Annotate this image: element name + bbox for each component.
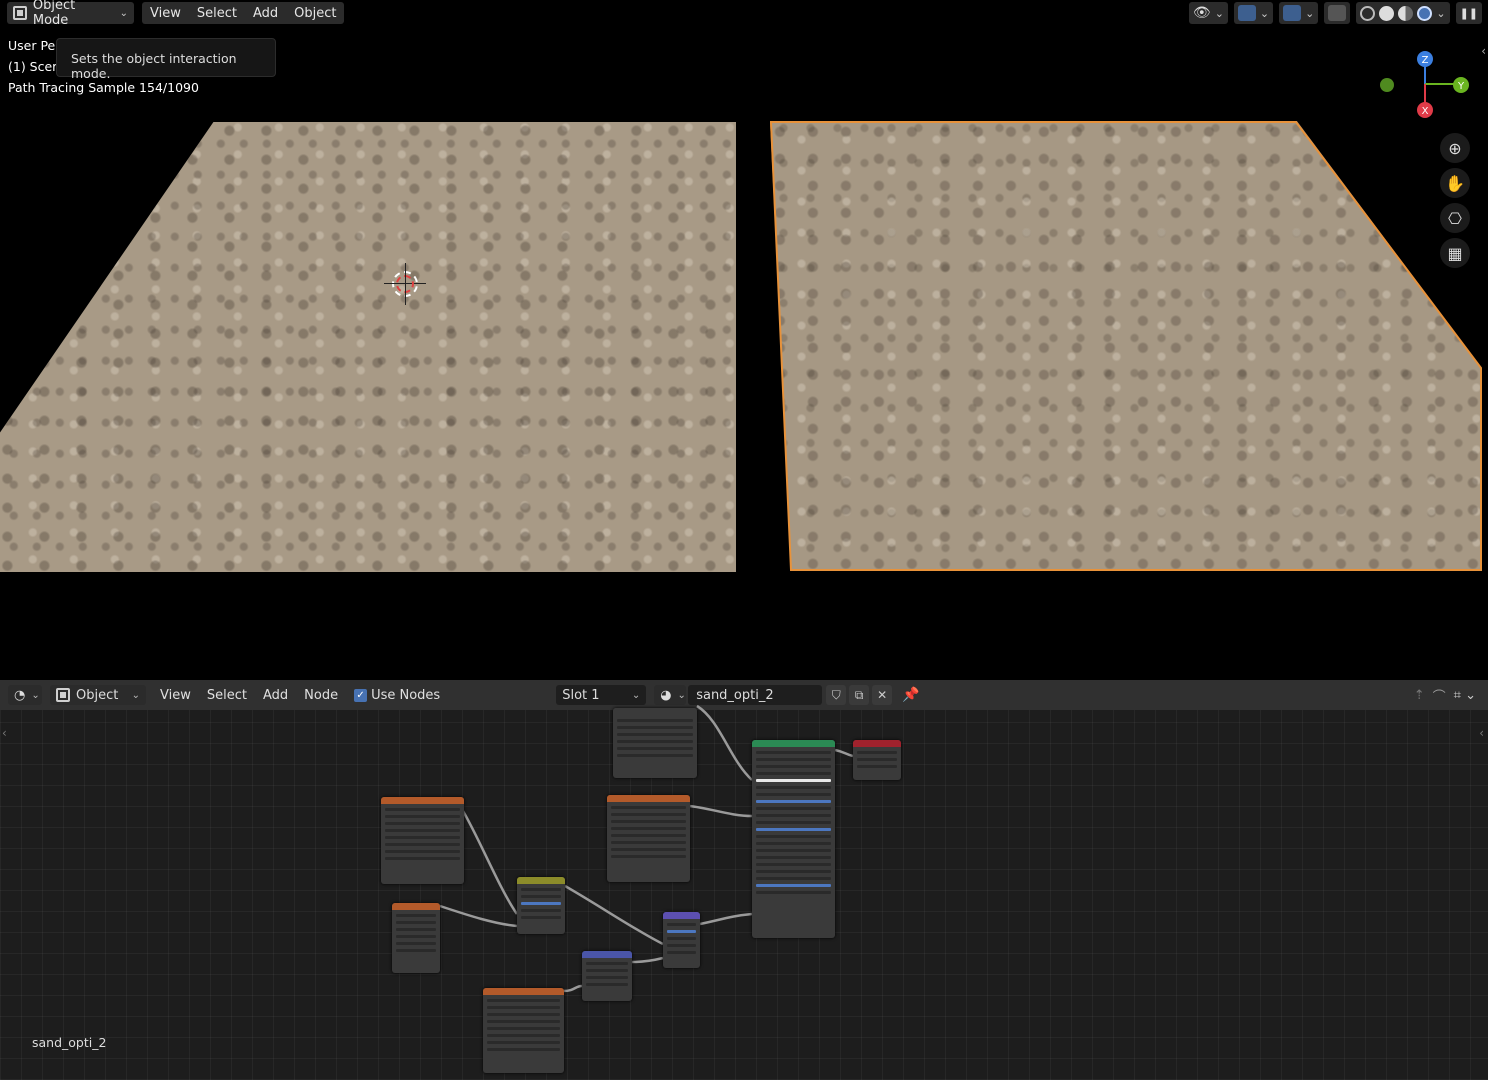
menu-object[interactable]: Object <box>286 2 344 24</box>
normal-map-node[interactable] <box>582 951 632 1001</box>
gizmo-icon <box>1237 5 1256 21</box>
object-mode-label: Object Mode <box>32 0 76 28</box>
chevron-down-icon: ⌄ <box>119 7 128 19</box>
material-name-label: sand_opti_2 <box>32 1035 107 1050</box>
material-preview-icon[interactable] <box>1398 5 1414 21</box>
pause-render-button[interactable]: ❚❚ <box>1455 2 1482 24</box>
chevron-down-icon[interactable]: ⌄ <box>1436 7 1445 20</box>
eye-icon: 👁 <box>1192 5 1211 21</box>
viewport-right-tools: 👁 ⌄ ⌄ ⌄ ⌄ ❚❚ <box>1188 2 1482 24</box>
image-texture-node-top[interactable] <box>613 708 697 778</box>
svg-text:Z: Z <box>1422 55 1429 66</box>
mix-node[interactable] <box>517 877 565 934</box>
overlay-toggle[interactable]: ⌄ <box>1279 2 1319 24</box>
xray-toggle[interactable] <box>1324 2 1351 24</box>
pause-icon: ❚❚ <box>1459 6 1478 20</box>
bump-node[interactable] <box>663 912 700 968</box>
image-texture-node-bottom[interactable] <box>483 988 564 1073</box>
path-tracing-sample-text: Path Tracing Sample 154/1090 <box>8 80 199 95</box>
gizmo-toggle[interactable]: ⌄ <box>1233 2 1274 24</box>
node-links <box>439 704 854 993</box>
navigation-gizmo[interactable]: Z Y X <box>1372 46 1482 126</box>
viewport-menu-bar: View Select Add Object <box>142 2 345 24</box>
mode-tooltip: Sets the object interaction mode. <box>56 38 276 81</box>
camera-view-icon[interactable]: ⎔ <box>1440 203 1470 233</box>
3d-viewport[interactable]: Object Mode ⌄ View Select Add Object 👁 ⌄… <box>0 0 1488 678</box>
3d-cursor-icon[interactable] <box>384 263 426 305</box>
shader-node-editor[interactable]: ◔ ⌄ Object ⌄ View Select Add Node ✓ Use … <box>0 680 1488 1080</box>
xray-icon <box>1328 5 1347 21</box>
shading-mode-group: ⌄ <box>1356 2 1450 24</box>
view-name-text: User Per <box>8 38 61 53</box>
wireframe-shading-icon[interactable] <box>1360 5 1376 21</box>
perspective-grid-icon[interactable]: ▦ <box>1440 238 1470 268</box>
svg-text:Y: Y <box>1457 81 1465 92</box>
image-texture-node-middle[interactable] <box>607 795 690 882</box>
scene-info-text: (1) Scer <box>8 59 58 74</box>
sand-plane-left[interactable] <box>0 122 736 572</box>
chevron-down-icon: ⌄ <box>1305 6 1315 20</box>
chevron-down-icon: ⌄ <box>1259 6 1270 20</box>
material-output-node[interactable] <box>853 740 901 780</box>
object-mode-icon <box>13 6 27 20</box>
neg-y-axis-icon <box>1380 78 1394 92</box>
solid-shading-icon[interactable] <box>1379 5 1395 21</box>
object-mode-dropdown[interactable]: Object Mode ⌄ <box>7 0 134 28</box>
principled-bsdf-node[interactable] <box>752 740 835 938</box>
chevron-down-icon: ⌄ <box>1214 6 1224 20</box>
sand-plane-right-selected[interactable] <box>770 121 1482 571</box>
zoom-icon[interactable]: ⊕ <box>1440 133 1470 163</box>
pan-hand-icon[interactable]: ✋ <box>1440 168 1470 198</box>
menu-add[interactable]: Add <box>245 2 286 24</box>
image-texture-node-left[interactable] <box>381 797 464 884</box>
menu-select[interactable]: Select <box>189 2 245 24</box>
overlay-icon <box>1283 5 1302 21</box>
menu-view[interactable]: View <box>142 2 189 24</box>
viewport-header: Object Mode ⌄ View Select Add Object 👁 ⌄… <box>0 0 1488 28</box>
visibility-dropdown[interactable]: 👁 ⌄ <box>1188 2 1228 24</box>
noise-texture-node[interactable] <box>392 903 440 973</box>
svg-text:X: X <box>1422 106 1429 117</box>
rendered-shading-icon[interactable] <box>1417 5 1433 21</box>
